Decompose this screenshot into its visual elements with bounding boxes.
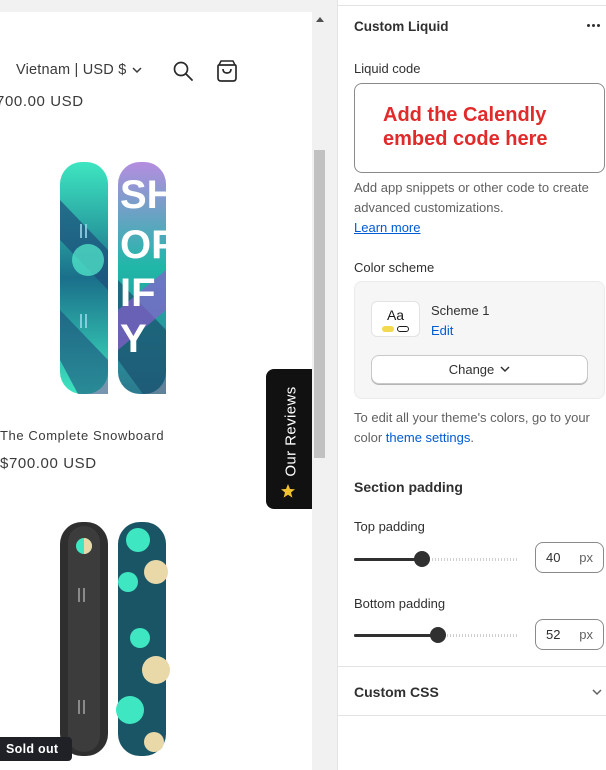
section-settings-panel: Custom Liquid Liquid code Add the Calend… — [337, 0, 606, 770]
theme-settings-link[interactable]: theme settings — [386, 430, 471, 445]
bottom-padding-value: 52 — [546, 627, 561, 642]
liquid-code-value: Add the Calendly embed code here — [383, 104, 548, 150]
svg-text:Y: Y — [120, 317, 147, 361]
more-actions-button[interactable] — [582, 14, 604, 36]
chevron-down-icon — [500, 366, 510, 373]
preview-top-strip — [0, 0, 312, 12]
theme-colors-help-text: To edit all your theme's colors, go to y… — [354, 410, 590, 445]
color-scheme-swatch: Aa — [371, 301, 420, 337]
liquid-code-help-text: Add app snippets or other code to create… — [354, 180, 589, 215]
bottom-padding-slider[interactable] — [354, 627, 519, 643]
custom-css-heading[interactable]: Custom CSS — [354, 684, 439, 700]
our-reviews-tab[interactable]: Our Reviews — [266, 369, 312, 509]
edit-scheme-link[interactable]: Edit — [431, 323, 453, 338]
liquid-code-textarea[interactable]: Add the Calendly embed code here — [354, 83, 605, 173]
top-padding-label: Top padding — [354, 519, 425, 534]
slider-fill — [354, 634, 438, 637]
color-scheme-name: Scheme 1 — [431, 303, 490, 318]
learn-more-link[interactable]: Learn more — [354, 218, 420, 238]
top-padding-value: 40 — [546, 550, 561, 565]
search-icon[interactable] — [172, 60, 194, 82]
color-scheme-card: Aa Scheme 1 Edit Change — [354, 281, 605, 399]
slider-thumb[interactable] — [430, 627, 446, 643]
svg-text:OP: OP — [120, 223, 170, 267]
top-padding-input[interactable]: 40 px — [535, 542, 604, 573]
slider-fill — [354, 558, 422, 561]
preview-scrollbar[interactable] — [312, 0, 328, 770]
bottom-padding-input[interactable]: 52 px — [535, 619, 604, 650]
scrollbar-thumb[interactable] — [314, 150, 325, 458]
cart-icon[interactable] — [216, 59, 238, 83]
panel-title: Custom Liquid — [354, 19, 449, 34]
swatch-primary-color — [382, 326, 394, 332]
product-image-snowboard-2[interactable] — [58, 520, 170, 760]
product-price: $700.00 USD — [0, 455, 97, 472]
panel-divider-top — [338, 5, 606, 6]
top-padding-unit: px — [579, 550, 593, 565]
sold-out-badge: Sold out — [0, 737, 73, 761]
chevron-down-icon[interactable] — [591, 686, 603, 698]
panel-divider — [338, 666, 606, 667]
swatch-secondary-color — [397, 326, 409, 332]
swatch-sample-text: Aa — [386, 307, 405, 323]
bottom-padding-unit: px — [579, 627, 593, 642]
svg-text:IF: IF — [120, 271, 156, 315]
slider-thumb[interactable] — [414, 551, 430, 567]
section-padding-heading: Section padding — [354, 479, 463, 495]
locale-selector[interactable]: Vietnam | USD $ — [16, 62, 142, 78]
top-padding-slider[interactable] — [354, 551, 519, 567]
locale-label: Vietnam | USD $ — [16, 62, 127, 78]
reviews-tab-label: Our Reviews — [282, 386, 300, 477]
star-icon — [281, 484, 295, 498]
storefront-preview: Vietnam | USD $ 700.00 USD SH OP IF Y Th… — [0, 0, 312, 770]
liquid-code-label: Liquid code — [354, 61, 421, 76]
scroll-up-arrow-icon[interactable] — [316, 17, 324, 22]
change-button-label: Change — [448, 362, 495, 377]
panel-divider — [338, 715, 606, 716]
product-image-complete-snowboard[interactable]: SH OPIFY — [58, 160, 170, 398]
color-scheme-label: Color scheme — [354, 260, 435, 275]
chevron-down-icon — [132, 62, 142, 78]
bottom-padding-label: Bottom padding — [354, 596, 446, 611]
svg-text:SH: SH — [120, 173, 170, 217]
product-title[interactable]: The Complete Snowboard — [0, 428, 164, 443]
product-price-partial: 700.00 USD — [0, 93, 84, 110]
change-scheme-button[interactable]: Change — [371, 355, 588, 384]
